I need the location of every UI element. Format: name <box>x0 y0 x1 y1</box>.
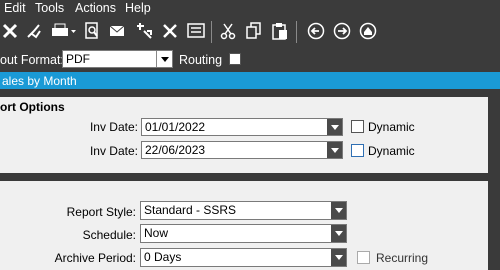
report-settings-panel: Report Style: Standard - SSRS Schedule: … <box>0 181 488 270</box>
menu-tools[interactable]: Tools <box>35 1 64 15</box>
back-icon[interactable] <box>306 20 326 42</box>
output-format-select[interactable]: PDF <box>62 50 173 68</box>
schedule-value: Now <box>144 226 169 240</box>
report-options-header: ort Options <box>0 100 65 114</box>
chevron-down-icon[interactable] <box>327 119 342 135</box>
report-style-label: Report Style: <box>66 205 136 219</box>
schedule-select[interactable]: Now <box>140 224 347 243</box>
archive-period-label: Archive Period: <box>54 251 136 265</box>
close-icon[interactable] <box>0 20 20 42</box>
preview-icon[interactable] <box>82 20 102 42</box>
chevron-down-icon[interactable] <box>327 142 342 158</box>
inv-date-to-label: Inv Date: <box>89 144 138 158</box>
schedule-label: Schedule: <box>82 228 136 242</box>
copy-icon[interactable] <box>244 20 264 42</box>
layout-icon[interactable] <box>186 20 206 42</box>
chevron-down-icon[interactable] <box>331 202 346 219</box>
toolbar-separator <box>296 21 297 43</box>
dynamic-checkbox-1[interactable] <box>351 120 364 133</box>
output-format-label: out Format: <box>0 53 64 67</box>
chevron-down-icon[interactable] <box>331 225 346 242</box>
inv-date-from-label: Inv Date: <box>89 120 138 134</box>
archive-period-value: 0 Days <box>144 250 182 264</box>
clear-icon[interactable] <box>24 20 44 42</box>
output-format-row: out Format: PDF Routing <box>0 47 500 72</box>
inv-date-from-select[interactable]: 01/01/2022 <box>141 118 343 136</box>
menu-help[interactable]: Help <box>125 1 151 15</box>
dynamic-label-2: Dynamic <box>368 144 415 158</box>
report-style-value: Standard - SSRS <box>144 203 237 217</box>
dynamic-label-1: Dynamic <box>368 120 415 134</box>
report-title: ales by Month <box>2 74 77 88</box>
routing-label: Routing <box>179 53 223 67</box>
inv-date-to-value: 22/06/2023 <box>145 143 206 157</box>
chevron-down-icon[interactable] <box>156 51 172 67</box>
report-title-bar: ales by Month <box>0 72 500 89</box>
output-format-value: PDF <box>66 52 90 66</box>
cut-icon[interactable] <box>218 20 238 42</box>
recurring-label: Recurring <box>376 251 429 265</box>
print-icon[interactable] <box>50 20 78 42</box>
report-style-select[interactable]: Standard - SSRS <box>140 201 347 220</box>
chevron-down-icon[interactable] <box>331 249 346 266</box>
home-icon[interactable] <box>358 20 378 42</box>
dynamic-checkbox-2[interactable] <box>351 144 364 157</box>
paste-icon[interactable] <box>270 20 290 42</box>
menu-bar: Edit Tools Actions Help <box>0 0 500 17</box>
toolbar-separator <box>211 21 212 43</box>
email-icon[interactable] <box>108 20 128 42</box>
recurring-checkbox[interactable] <box>357 251 370 264</box>
menu-actions[interactable]: Actions <box>75 1 116 15</box>
inv-date-from-value: 01/01/2022 <box>145 120 206 134</box>
report-options-panel: ort Options Inv Date: 01/01/2022 Dynamic… <box>0 97 488 173</box>
routing-checkbox[interactable] <box>229 53 241 65</box>
settings-icon[interactable] <box>160 20 180 42</box>
forward-icon[interactable] <box>332 20 352 42</box>
schedule-icon[interactable] <box>134 20 154 42</box>
archive-period-select[interactable]: 0 Days <box>140 248 347 267</box>
toolbar <box>0 17 500 47</box>
inv-date-to-select[interactable]: 22/06/2023 <box>141 141 343 159</box>
menu-edit[interactable]: Edit <box>4 1 26 15</box>
